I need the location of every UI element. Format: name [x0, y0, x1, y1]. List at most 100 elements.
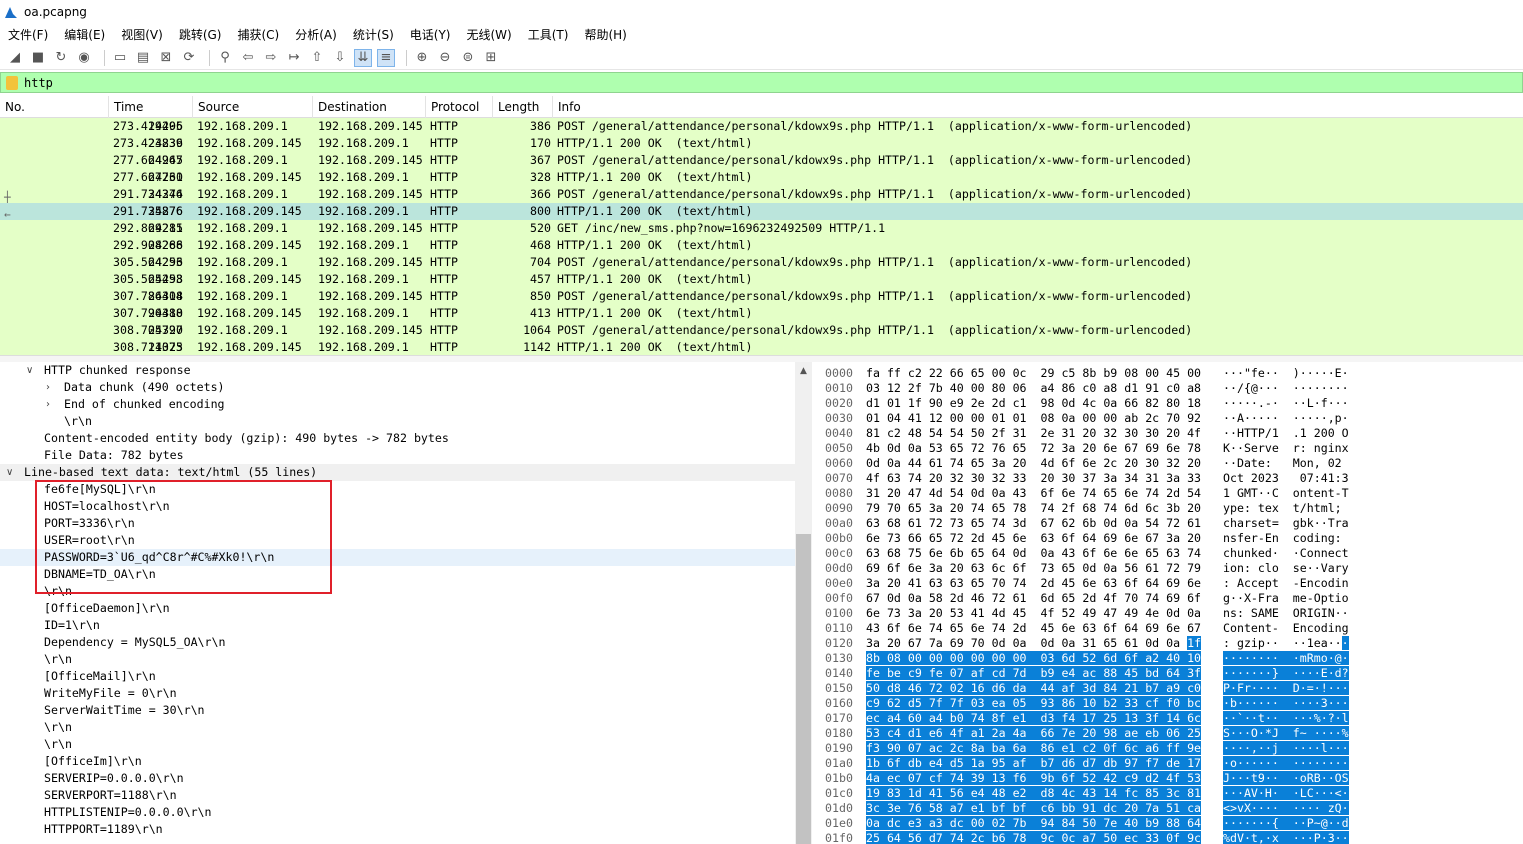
hex-row[interactable]: 00d0 69 6f 6e 3a 20 63 6c 6f 73 65 0d 0a … [818, 561, 1523, 576]
zoom-out-icon[interactable]: ⊖ [436, 49, 454, 67]
packet-row[interactable]: 24310 307.790488 192.168.209.145 192.168.20… [0, 305, 1523, 322]
hex-row[interactable]: 01e0 0a dc e3 a3 dc 00 02 7b 94 84 50 7e … [818, 816, 1523, 831]
packet-row[interactable]: 24206 273.419495 192.168.209.1 192.168.209.… [0, 118, 1523, 135]
hex-row[interactable]: 01f0 25 64 56 d7 74 2c b6 78 9c 0c a7 50 … [818, 831, 1523, 844]
detail-tree-item[interactable]: › End of chunked encoding [0, 396, 811, 413]
menu-item[interactable]: 统计(S) [353, 26, 394, 43]
column-header-length[interactable]: Length [493, 95, 553, 118]
menu-item[interactable]: 帮助(H) [584, 26, 626, 43]
detail-tree-item[interactable]: \r\n [0, 651, 811, 668]
scrollbar-thumb[interactable] [796, 534, 811, 844]
packet-row[interactable]: 24323 308.711075 192.168.209.145 192.168.20… [0, 339, 1523, 355]
last-packet-icon[interactable]: ⇩ [331, 49, 349, 67]
detail-tree-item[interactable]: File Data: 782 bytes [0, 447, 811, 464]
packet-row[interactable]: 24296 305.564253 192.168.209.1 192.168.209.… [0, 254, 1523, 271]
column-header-protocol[interactable]: Protocol [426, 95, 493, 118]
scroll-up-icon[interactable]: ▲ [795, 362, 812, 379]
packet-row[interactable]: 24286 292.908268 192.168.209.145 192.168.20… [0, 237, 1523, 254]
menu-item[interactable]: 无线(W) [467, 26, 512, 43]
menu-item[interactable]: 电话(Y) [410, 26, 451, 43]
packet-row[interactable]: 24274 291.734346 192.168.209.1 192.168.209.… [0, 186, 1523, 204]
detail-tree-item[interactable]: \r\n [0, 413, 811, 430]
column-header-time[interactable]: Time [109, 95, 193, 118]
menu-item[interactable]: 视图(V) [121, 26, 163, 43]
packet-row[interactable]: 24245 277.664967 192.168.209.1 192.168.209.… [0, 152, 1523, 169]
hex-row[interactable]: 0100 6e 73 3a 20 53 41 4d 45 4f 52 49 47 … [818, 606, 1523, 621]
detail-tree-item[interactable]: \r\n [0, 719, 811, 736]
bookmark-icon[interactable] [6, 75, 18, 90]
packet-row[interactable]: 24276 291.735876 192.168.209.145 192.168.20… [0, 203, 1523, 221]
detail-tree-item[interactable]: › Data chunk (490 octets) [0, 379, 811, 396]
chevron-right-icon[interactable]: › [46, 396, 50, 413]
hex-row[interactable]: 00f0 67 0d 0a 58 2d 46 72 61 6d 65 2d 4f … [818, 591, 1523, 606]
auto-scroll-icon[interactable]: ⇊ [354, 48, 372, 67]
column-header-source[interactable]: Source [193, 95, 313, 118]
hex-row[interactable]: 0060 0d 0a 44 61 74 65 3a 20 4d 6f 6e 2c … [818, 456, 1523, 471]
hex-row[interactable]: 00c0 63 68 75 6e 6b 65 64 0d 0a 43 6f 6e … [818, 546, 1523, 561]
detail-tree-item[interactable]: \r\n [0, 736, 811, 753]
hex-row[interactable]: 0130 8b 08 00 00 00 00 00 00 03 6d 52 6d … [818, 651, 1523, 666]
hex-row[interactable]: 0150 50 d8 46 72 02 16 d6 da 44 af 3d 84 … [818, 681, 1523, 696]
packet-row[interactable]: 24285 292.869211 192.168.209.1 192.168.209.… [0, 220, 1523, 237]
hex-row[interactable]: 01d0 3c 3e 76 58 a7 e1 bf bf c6 bb 91 dc … [818, 801, 1523, 816]
detail-tree-item[interactable]: HTTPPORT=1189\r\n [0, 821, 811, 838]
menu-item[interactable]: 捕获(C) [237, 26, 279, 43]
restart-capture-icon[interactable]: ↻ [52, 49, 70, 67]
detail-tree-item[interactable]: [OfficeMail]\r\n [0, 668, 811, 685]
menu-item[interactable]: 分析(A) [295, 26, 337, 43]
hex-row[interactable]: 0190 f3 90 07 ac 2c 8a ba 6a 86 e1 c2 0f … [818, 741, 1523, 756]
hex-row[interactable]: 0090 79 70 65 3a 20 74 65 78 74 2f 68 74 … [818, 501, 1523, 516]
resize-columns-icon[interactable]: ⊞ [482, 49, 500, 67]
hex-row[interactable]: 0170 ec a4 60 a4 b0 74 8f e1 d3 f4 17 25 … [818, 711, 1523, 726]
detail-tree-item[interactable]: ID=1\r\n [0, 617, 811, 634]
packet-details-pane[interactable]: ∨ HTTP chunked response › Data chunk (490 o… [0, 362, 812, 844]
hex-row[interactable]: 00b0 6e 73 66 65 72 2d 45 6e 63 6f 64 69 … [818, 531, 1523, 546]
stop-capture-icon[interactable]: ■ [29, 49, 47, 67]
hex-row[interactable]: 0030 01 04 41 12 00 00 01 01 08 0a 00 00 … [818, 411, 1523, 426]
hex-row[interactable]: 0140 fe be c9 fe 07 af cd 7d b9 e4 ac 88 … [818, 666, 1523, 681]
hex-row[interactable]: 0160 c9 62 d5 7f 7f 03 ea 05 93 86 10 b2 … [818, 696, 1523, 711]
hex-row[interactable]: 0020 d1 01 1f 90 e9 2e 2d c1 98 0d 4c 0a … [818, 396, 1523, 411]
column-header-destination[interactable]: Destination [313, 95, 426, 118]
go-back-icon[interactable]: ⇦ [239, 49, 257, 67]
details-scrollbar[interactable]: ▲ [795, 362, 812, 844]
pane-divider[interactable] [0, 355, 1523, 362]
hex-row[interactable]: 0120 3a 20 67 7a 69 70 0d 0a 0d 0a 31 65 … [818, 636, 1523, 651]
hex-row[interactable]: 0040 81 c2 48 54 54 50 2f 31 2e 31 20 32 … [818, 426, 1523, 441]
chevron-down-icon[interactable]: ∨ [26, 362, 33, 379]
detail-tree-item[interactable]: ServerWaitTime = 30\r\n [0, 702, 811, 719]
detail-tree-item[interactable]: [OfficeIm]\r\n [0, 753, 811, 770]
hex-row[interactable]: 0010 03 12 2f 7b 40 00 80 06 a4 86 c0 a8 … [818, 381, 1523, 396]
detail-tree-item[interactable]: WriteMyFile = 0\r\n [0, 685, 811, 702]
open-file-icon[interactable]: ▭ [111, 49, 129, 67]
go-forward-icon[interactable]: ⇨ [262, 49, 280, 67]
hex-row[interactable]: 0080 31 20 47 4d 54 0d 0a 43 6f 6e 74 65 … [818, 486, 1523, 501]
menu-item[interactable]: 跳转(G) [179, 26, 222, 43]
column-header-no[interactable]: No. [0, 95, 109, 118]
save-file-icon[interactable]: ▤ [134, 49, 152, 67]
capture-options-icon[interactable]: ◉ [75, 49, 93, 67]
hex-row[interactable]: 0070 4f 63 74 20 32 30 32 33 20 30 37 3a … [818, 471, 1523, 486]
menu-item[interactable]: 文件(F) [8, 26, 48, 43]
detail-tree-item[interactable]: SERVERPORT=1188\r\n [0, 787, 811, 804]
menu-item[interactable]: 工具(T) [528, 26, 569, 43]
chevron-down-icon[interactable]: ∨ [6, 464, 13, 481]
find-packet-icon[interactable]: ⚲ [216, 49, 234, 67]
display-filter-input[interactable]: http [24, 76, 53, 90]
zoom-in-icon[interactable]: ⊕ [413, 49, 431, 67]
packet-row[interactable]: 24260 277.667731 192.168.209.145 192.168.20… [0, 169, 1523, 186]
detail-tree-item[interactable]: Dependency = MySQL5_OA\r\n [0, 634, 811, 651]
detail-tree-item[interactable]: HTTPLISTENIP=0.0.0.0\r\n [0, 804, 811, 821]
packet-row[interactable]: 24308 307.786414 192.168.209.1 192.168.209.… [0, 288, 1523, 305]
detail-tree-item[interactable]: ∨ HTTP chunked response [0, 362, 811, 379]
close-file-icon[interactable]: ⊠ [157, 49, 175, 67]
column-header-info[interactable]: Info [553, 96, 1523, 118]
shark-fin-start-icon[interactable]: ◢ [6, 49, 24, 67]
detail-tree-item[interactable]: [OfficeDaemon]\r\n [0, 600, 811, 617]
detail-tree-item[interactable]: SERVERIP=0.0.0.0\r\n [0, 770, 811, 787]
hex-row[interactable]: 0180 53 c4 d1 e6 4f a1 2a 4a 66 7e 20 98 … [818, 726, 1523, 741]
detail-tree-item[interactable]: Content-encoded entity body (gzip): 490 … [0, 430, 811, 447]
hex-row[interactable]: 01a0 1b 6f db e4 d5 1a 95 af b7 d6 d7 db … [818, 756, 1523, 771]
hex-row[interactable]: 01c0 19 83 1d 41 56 e4 48 e2 d8 4c 43 14 … [818, 786, 1523, 801]
menu-item[interactable]: 编辑(E) [64, 26, 105, 43]
